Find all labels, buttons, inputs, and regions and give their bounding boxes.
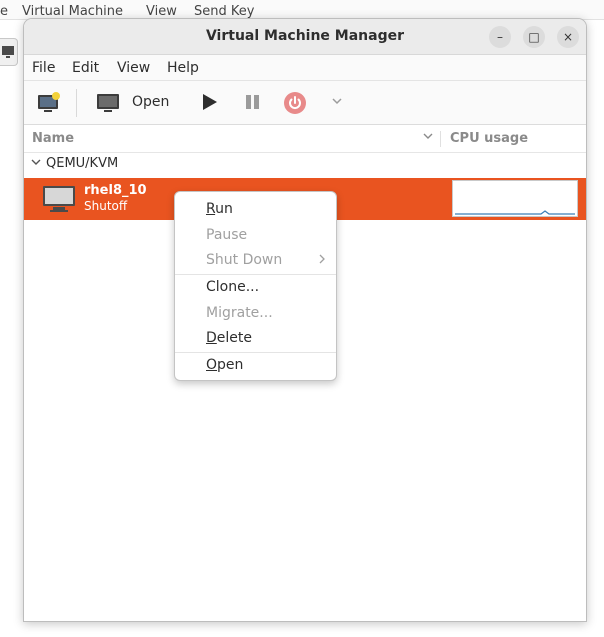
column-cpu-usage[interactable]: CPU usage [450, 131, 528, 146]
menu-item-open-label: pen [217, 357, 244, 373]
run-button[interactable] [200, 91, 220, 117]
vm-name: rhel8_10 [84, 183, 147, 198]
background-menu-send-key[interactable]: Send Key [194, 4, 254, 19]
menubar: File Edit View Help [24, 55, 586, 81]
menu-item-shut-down-label: Shut Down [206, 252, 283, 268]
group-label: QEMU/KVM [46, 156, 119, 171]
menu-item-shut-down[interactable]: Shut Down [175, 248, 336, 273]
menu-item-open[interactable]: Open [175, 353, 336, 378]
vm-status: Shutoff [84, 199, 128, 213]
titlebar[interactable]: Virtual Machine Manager – □ × [24, 19, 586, 55]
menu-item-delete[interactable]: Delete [175, 326, 336, 351]
column-name[interactable]: Name [32, 131, 74, 146]
background-menu-virtual-machine[interactable]: Virtual Machine [22, 4, 123, 19]
menu-item-delete-label: elete [216, 330, 252, 346]
menu-item-clone[interactable]: Clone... [175, 275, 336, 300]
column-chevron-icon[interactable] [422, 130, 434, 145]
toolbar: Open [24, 81, 586, 125]
column-header: Name CPU usage [24, 125, 586, 153]
open-label[interactable]: Open [132, 94, 169, 110]
cpu-usage-graph [452, 180, 578, 217]
shutdown-button[interactable] [283, 91, 307, 119]
menu-item-clone-label: Clone... [206, 279, 260, 295]
menu-item-run-mnemonic: R [206, 201, 216, 217]
vm-monitor-icon [42, 184, 76, 218]
new-vm-button[interactable] [36, 91, 62, 119]
context-menu: Run Pause Shut Down Clone... Migrate... … [174, 191, 337, 381]
background-menubar: e Virtual Machine View Send Key [0, 0, 604, 20]
new-vm-icon [38, 92, 60, 112]
menu-item-run-label: un [215, 201, 233, 217]
power-icon [284, 92, 306, 114]
menu-item-pause-label: Pause [206, 227, 248, 243]
menu-item-pause[interactable]: Pause [175, 223, 336, 248]
menu-help[interactable]: Help [167, 60, 199, 76]
menu-edit[interactable]: Edit [72, 60, 99, 76]
submenu-arrow-icon [318, 248, 326, 273]
menu-item-delete-mnemonic: D [206, 330, 217, 346]
background-menu-item[interactable]: e [0, 4, 8, 19]
expand-chevron-icon[interactable] [30, 156, 42, 171]
maximize-button[interactable]: □ [523, 26, 545, 48]
toolbar-separator [76, 89, 77, 117]
group-row-qemu[interactable]: QEMU/KVM [24, 153, 586, 177]
minimize-button[interactable]: – [489, 26, 511, 48]
menu-item-migrate-label: Migrate... [206, 305, 273, 321]
menu-view[interactable]: View [117, 60, 150, 76]
menu-item-run[interactable]: Run [175, 197, 336, 222]
menu-item-migrate[interactable]: Migrate... [175, 301, 336, 326]
column-separator [440, 131, 441, 147]
background-console-icon[interactable] [0, 38, 18, 66]
open-console-button[interactable] [96, 91, 122, 119]
monitor-icon [97, 94, 119, 112]
pause-button[interactable] [243, 91, 263, 117]
pause-icon [246, 95, 259, 109]
play-icon [203, 94, 217, 110]
close-button[interactable]: × [557, 26, 579, 48]
menu-file[interactable]: File [32, 60, 55, 76]
chevron-down-icon [332, 98, 342, 105]
shutdown-dropdown-button[interactable] [330, 94, 344, 112]
menu-item-open-mnemonic: O [206, 357, 218, 373]
background-menu-view[interactable]: View [146, 4, 177, 19]
